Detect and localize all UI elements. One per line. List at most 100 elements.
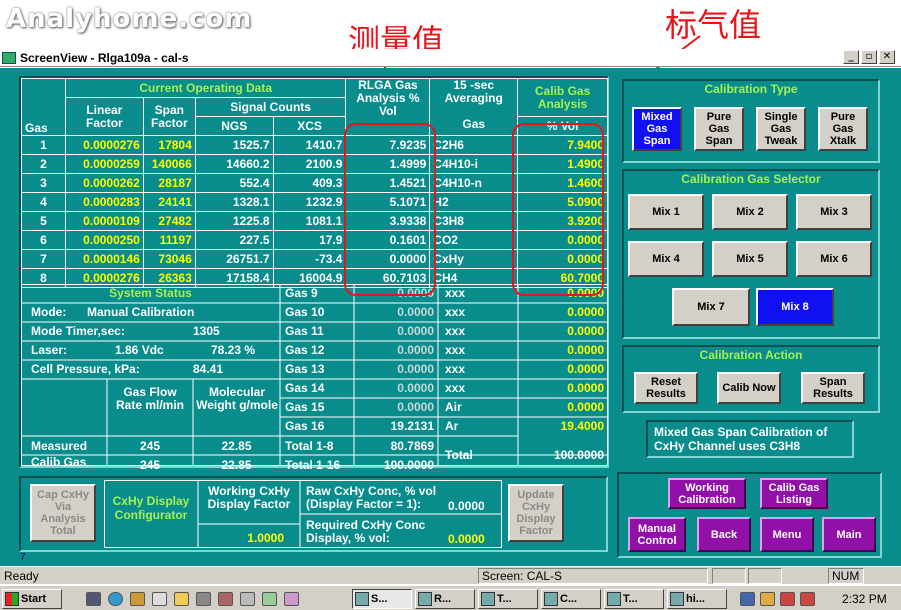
- mix-5-button[interactable]: Mix 5: [712, 241, 788, 277]
- mix-2-button[interactable]: Mix 2: [712, 194, 788, 230]
- taskbar-task[interactable]: T...: [604, 589, 664, 609]
- manual-control-button[interactable]: Manual Control: [628, 517, 686, 552]
- minimize-button[interactable]: _: [843, 50, 859, 64]
- taskbar-task[interactable]: R...: [415, 589, 475, 609]
- calib-now-button[interactable]: Calib Now: [717, 372, 781, 404]
- extra-gas-name: xxx: [445, 324, 466, 338]
- xcs-count: 1410.7: [272, 135, 347, 155]
- extra-gas-name: xxx: [445, 343, 466, 357]
- mix-8-button[interactable]: Mix 8: [756, 288, 834, 326]
- mix-6-button[interactable]: Mix 6: [796, 241, 872, 277]
- folder-icon[interactable]: [174, 592, 189, 606]
- restore-button[interactable]: ▫: [861, 50, 877, 64]
- task-icon: [355, 592, 369, 606]
- mix-7-button[interactable]: Mix 7: [672, 288, 750, 326]
- gas-name: C4H10-n: [429, 173, 519, 193]
- calib-gas-listing-button[interactable]: Calib Gas Listing: [760, 478, 828, 509]
- laser-label: Laser:: [31, 343, 68, 357]
- cap-cxhy-button[interactable]: Cap CxHy Via Analysis Total: [30, 484, 96, 542]
- back-button[interactable]: Back: [697, 517, 751, 552]
- extra-gas-label: Gas 9: [285, 286, 318, 300]
- extra-gas-label: Gas 10: [285, 305, 325, 319]
- span-factor: 24141: [142, 192, 196, 212]
- mixed-gas-span-button[interactable]: Mixed Gas Span: [632, 107, 682, 151]
- total-1-16-value: 100.0000: [383, 458, 434, 472]
- flow-rate-header: Gas Flow Rate ml/min: [115, 385, 184, 412]
- single-gas-tweak-button[interactable]: Single Gas Tweak: [756, 107, 806, 151]
- outlook-icon[interactable]: [130, 592, 145, 606]
- span-results-button[interactable]: Span Results: [801, 372, 865, 404]
- extra-calib-value: 0.0000: [567, 381, 604, 395]
- working-cxhy-factor-label: Working CxHy Display Factor: [207, 484, 291, 511]
- ngs-count: 552.4: [194, 173, 274, 193]
- mix-3-button[interactable]: Mix 3: [796, 194, 872, 230]
- taskbar-task[interactable]: S...: [352, 589, 412, 609]
- total-1-8-value: 80.7869: [390, 439, 434, 453]
- xcs-count: 409.3: [272, 173, 347, 193]
- pure-gas-xtalk-button[interactable]: Pure Gas Xtalk: [818, 107, 868, 151]
- taskbar-task[interactable]: hi...: [667, 589, 727, 609]
- extra-gas-name: Air: [445, 400, 462, 414]
- ngs-count: 227.5: [194, 230, 274, 250]
- extra-gas-value: 0.0000: [397, 343, 434, 357]
- settings-icon[interactable]: [262, 592, 277, 606]
- cell-pressure-value: 84.41: [193, 362, 224, 376]
- print-icon[interactable]: [196, 592, 211, 606]
- app-quick-icon[interactable]: [284, 592, 299, 606]
- measured-mw: 22.85: [221, 439, 252, 453]
- mode-timer-value: 1305: [193, 324, 220, 338]
- span-factor: 11197: [142, 230, 196, 250]
- status-ready: Ready: [4, 569, 39, 583]
- calib-gas-label: Calib Gas: [31, 455, 87, 469]
- tray-warning-icon[interactable]: [760, 592, 775, 606]
- tray-disconnected-icon-2[interactable]: [800, 592, 815, 606]
- gas-selector-title: Calibration Gas Selector: [624, 172, 878, 186]
- extra-calib-value: 0.0000: [567, 362, 604, 376]
- taskbar-task[interactable]: C...: [541, 589, 601, 609]
- desktop-icon[interactable]: [86, 592, 101, 606]
- system-status-header: System Status: [109, 286, 192, 300]
- hdr-gas: Gas: [21, 78, 66, 136]
- task-icon: [670, 592, 684, 606]
- pure-gas-span-button[interactable]: Pure Gas Span: [694, 107, 744, 151]
- ngs-count: 1525.7: [194, 135, 274, 155]
- tray-disconnected-icon[interactable]: [780, 592, 795, 606]
- span-factor: 140066: [142, 154, 196, 174]
- status-empty-2: [748, 568, 782, 584]
- close-button[interactable]: ✕: [879, 50, 895, 64]
- molecular-weight-header: Molecular Weight g/mole: [196, 385, 278, 412]
- gas-name: C3H8: [429, 211, 519, 231]
- hdr-span-factor: Span Factor: [142, 97, 196, 136]
- span-factor: 73046: [142, 249, 196, 269]
- status-num: NUM: [828, 568, 864, 584]
- start-label: Start: [21, 593, 47, 605]
- taskbar: Start S... R... T... C... T... hi... 2:32 PM: [0, 585, 901, 610]
- task-label: T...: [497, 593, 512, 605]
- measured-flow: 245: [139, 439, 161, 453]
- main-button[interactable]: Main: [822, 517, 876, 552]
- extra-gas-name: xxx: [445, 286, 466, 300]
- tray-network-icon[interactable]: [740, 592, 755, 606]
- hdr-averaging: 15 -sec Averaging Gas: [429, 78, 519, 136]
- working-cxhy-factor-value: 1.0000: [247, 531, 284, 545]
- update-cxhy-factor-button[interactable]: Update CxHy Display Factor: [508, 484, 564, 542]
- pen-icon[interactable]: [240, 592, 255, 606]
- working-calibration-button[interactable]: Working Calibration: [668, 478, 746, 509]
- window-titlebar[interactable]: ScreenView - Rlga109a - cal-s _ ▫ ✕: [0, 49, 901, 67]
- xcs-count: 2100.9: [272, 154, 347, 174]
- reset-results-button[interactable]: Reset Results: [634, 372, 698, 404]
- hdr-ngs: NGS: [194, 116, 274, 136]
- search-icon[interactable]: [152, 592, 167, 606]
- menu-button[interactable]: Menu: [760, 517, 814, 552]
- mix-1-button[interactable]: Mix 1: [628, 194, 704, 230]
- mix-4-button[interactable]: Mix 4: [628, 241, 704, 277]
- extra-gas-value: 0.0000: [397, 400, 434, 414]
- gas-name: C4H10-i: [429, 154, 519, 174]
- screenview-client: Gas Current Operating Data RLGA Gas Anal…: [0, 68, 901, 566]
- browser-icon[interactable]: [108, 592, 123, 606]
- tool-icon[interactable]: [218, 592, 233, 606]
- start-button[interactable]: Start: [2, 589, 62, 609]
- hdr-linear-factor: Linear Factor: [64, 97, 144, 136]
- app-icon: [2, 51, 16, 64]
- taskbar-task[interactable]: T...: [478, 589, 538, 609]
